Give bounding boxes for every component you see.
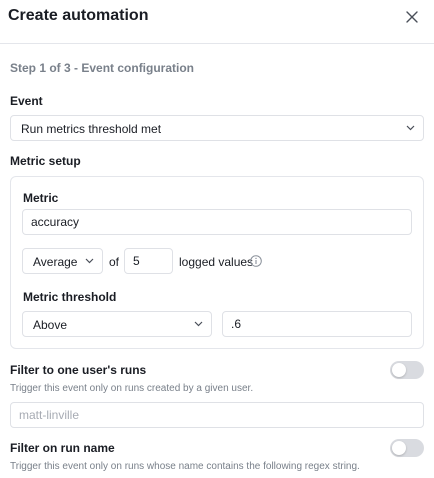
chevron-down-icon [194, 321, 203, 327]
metric-threshold-label: Metric threshold [23, 290, 117, 304]
toggle-knob [392, 441, 406, 455]
logged-values-text: logged values [179, 255, 254, 269]
close-icon[interactable] [404, 9, 420, 25]
user-filter-input[interactable] [10, 402, 424, 428]
filter-run-name-label: Filter on run name [10, 441, 115, 455]
event-label: Event [10, 94, 43, 108]
dialog-header: Create automation [0, 0, 434, 44]
event-select[interactable]: Run metrics threshold met [10, 115, 424, 141]
filter-user-description: Trigger this event only on runs created … [10, 383, 254, 394]
toggle-knob [392, 363, 406, 377]
count-input[interactable] [124, 248, 173, 274]
threshold-comparator-select[interactable]: Above [22, 311, 212, 337]
of-text: of [109, 255, 120, 269]
filter-run-name-toggle[interactable] [390, 439, 424, 457]
metric-setup-label: Metric setup [10, 154, 81, 168]
dialog-title: Create automation [8, 7, 149, 24]
event-select-value: Run metrics threshold met [21, 122, 162, 136]
metric-input[interactable] [22, 209, 412, 235]
info-icon[interactable] [250, 255, 262, 267]
metric-label: Metric [23, 191, 59, 205]
aggregation-select[interactable]: Average [22, 248, 103, 274]
filter-user-toggle[interactable] [390, 361, 424, 379]
aggregation-select-value: Average [33, 255, 78, 269]
threshold-value-input[interactable] [222, 311, 412, 337]
step-indicator: Step 1 of 3 - Event configuration [10, 61, 195, 75]
filter-user-label: Filter to one user's runs [10, 363, 147, 377]
filter-run-name-description: Trigger this event only on runs whose na… [10, 461, 360, 472]
threshold-comparator-value: Above [33, 318, 68, 332]
chevron-down-icon [85, 258, 94, 264]
chevron-down-icon [406, 125, 415, 131]
